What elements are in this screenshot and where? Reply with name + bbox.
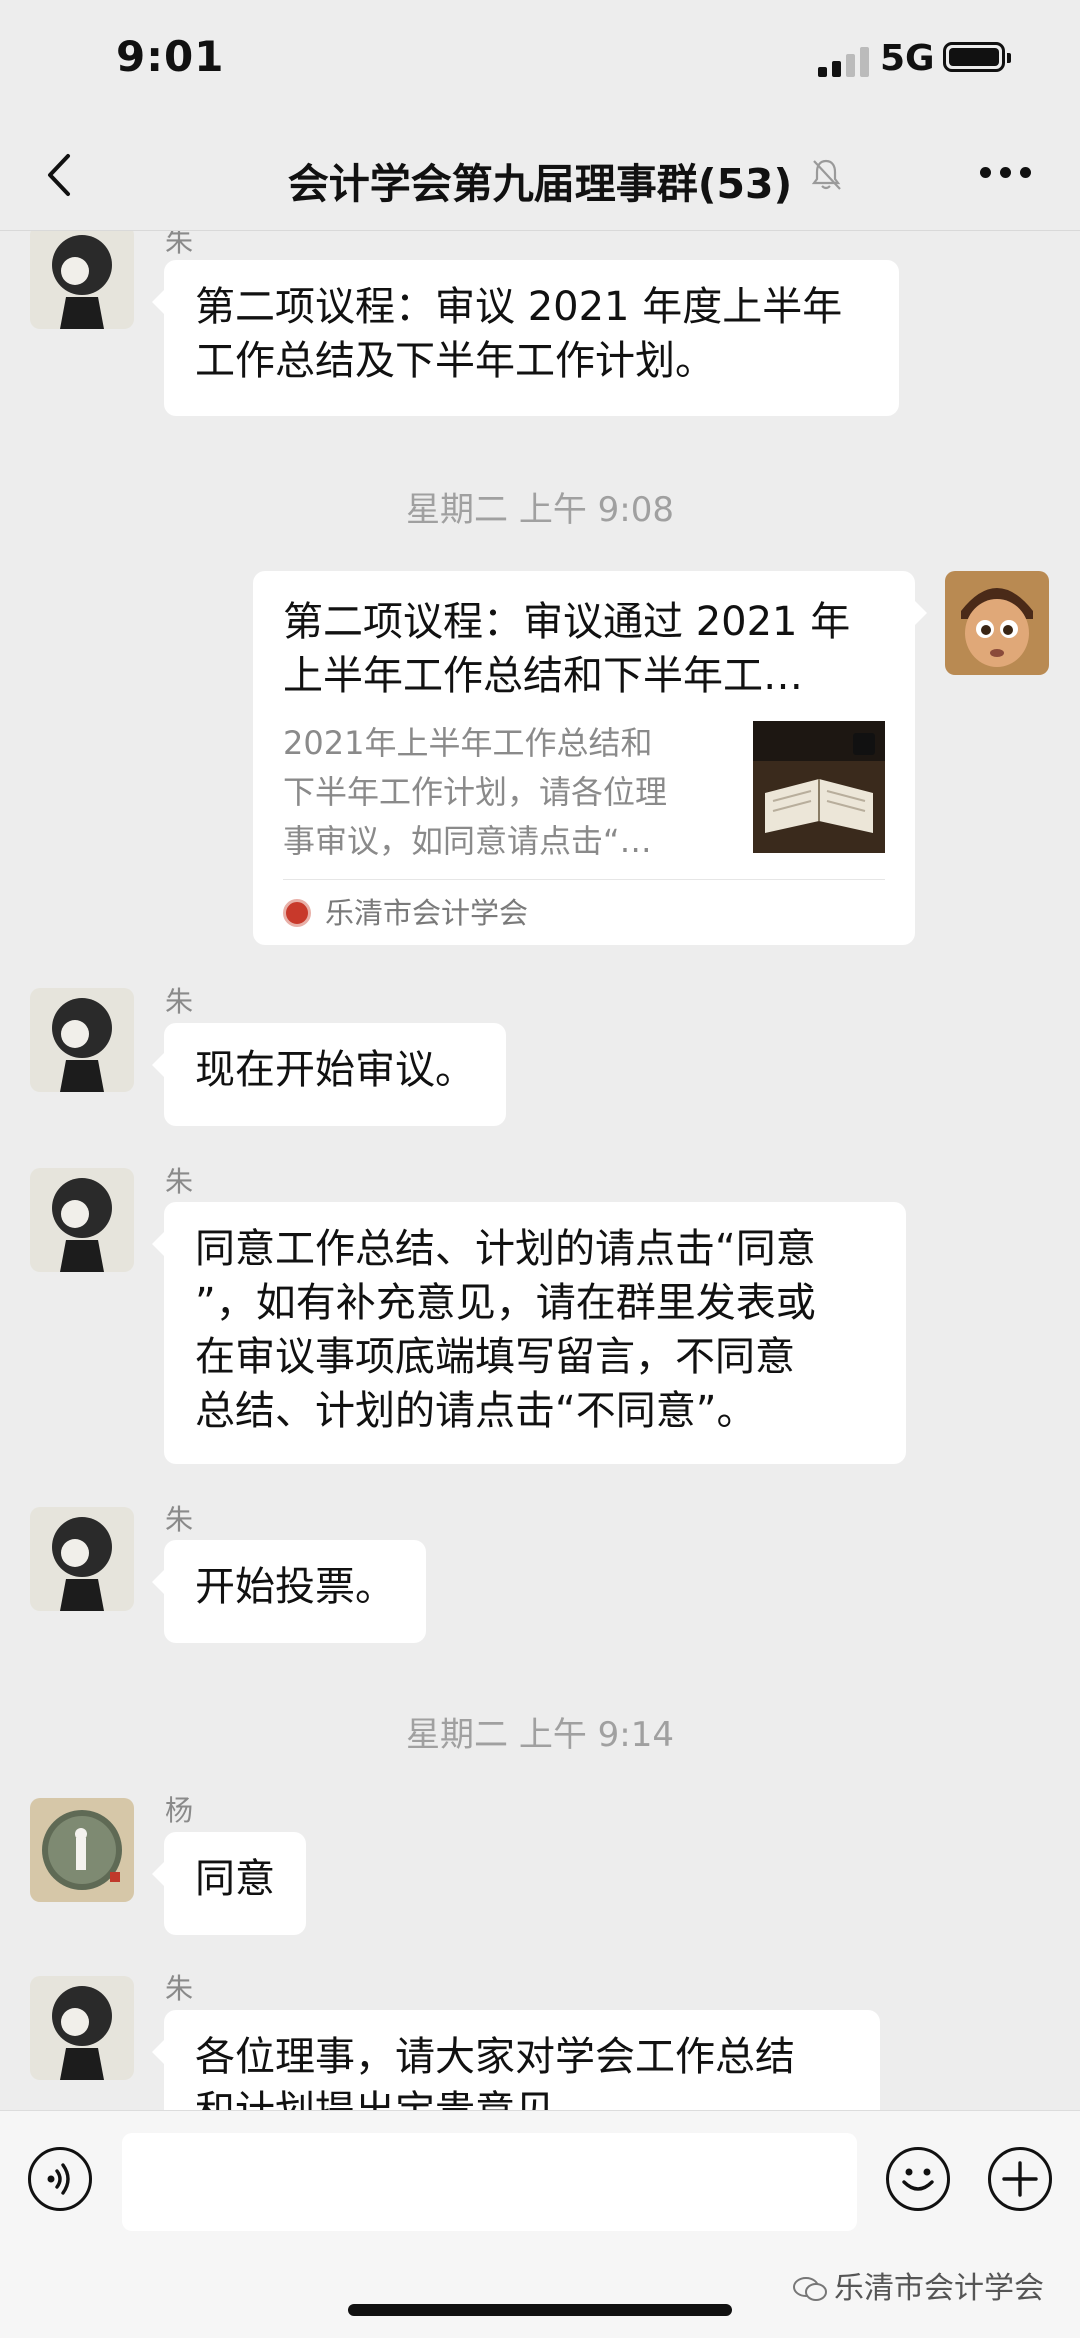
article-description: 2021年上半年工作总结和 下半年工作计划，请各位理 事审议，如同意请点击“… (283, 724, 668, 860)
battery-icon (943, 42, 1011, 72)
watermark-text: 乐清市会计学会 (834, 2271, 1044, 2306)
more-options-button[interactable] (980, 164, 1034, 180)
my-avatar[interactable] (945, 571, 1049, 675)
message-list[interactable]: 朱珠双 第二项议程：审议 2021 年度上半年 工作总结及下半年工作计划。 星期… (0, 230, 1080, 2110)
avatar[interactable] (30, 1798, 134, 1902)
avatar[interactable] (30, 1976, 134, 2080)
message-bubble[interactable]: 开始投票。 (152, 1540, 426, 1643)
timestamp: 星期二 上午 9:08 (406, 490, 674, 530)
more-functions-button[interactable] (988, 2147, 1052, 2211)
voice-button[interactable] (28, 2147, 92, 2211)
article-source: 乐清市会计学会 (283, 889, 528, 937)
article-title: 第二项议程：审议通过 2021 年 上半年工作总结和下半年工… (283, 599, 851, 699)
chat-title: 会计学会第九届理事群(53) (287, 160, 793, 208)
message-bubble[interactable]: 现在开始审议。 (152, 1023, 506, 1126)
avatar[interactable] (30, 230, 134, 329)
home-indicator (348, 2304, 732, 2316)
avatar-image (30, 1976, 134, 2080)
message-bubble[interactable]: 各位理事，请大家对学会工作总结 和计划提出宝贵意见 (152, 2010, 880, 2110)
network-type: 5G (880, 38, 935, 79)
timestamp: 星期二 上午 9:14 (406, 1715, 674, 1755)
avatar[interactable] (30, 1507, 134, 1611)
avatar-image (30, 988, 134, 1092)
avatar-image (30, 1168, 134, 1272)
emoji-button[interactable] (886, 2147, 950, 2211)
avatar[interactable] (30, 988, 134, 1092)
message-bubble[interactable]: 同意 (152, 1832, 306, 1935)
avatar-image (30, 230, 134, 329)
message-input[interactable] (122, 2133, 857, 2231)
chat-header: 会计学会第九届理事群(53) (0, 120, 1080, 231)
avatar-image (30, 1507, 134, 1611)
article-thumbnail (753, 721, 885, 853)
avatar-image (30, 1798, 134, 1902)
emoji-icon (902, 2168, 934, 2191)
message-bubble[interactable]: 第二项议程：审议 2021 年度上半年 工作总结及下半年工作计划。 (152, 260, 899, 416)
plus-icon (1002, 2161, 1038, 2197)
article-card[interactable]: 第二项议程：审议通过 2021 年 上半年工作总结和下半年工… 2021年上半年… (253, 571, 927, 945)
article-source-name: 乐清市会计学会 (325, 896, 529, 930)
watermark: 乐清市会计学会 (792, 2263, 1044, 2307)
status-time: 9:01 (116, 32, 225, 81)
wechat-logo-icon (793, 2277, 827, 2301)
divider (283, 879, 885, 880)
avatar-image (945, 571, 1049, 675)
signal-icon (818, 45, 870, 77)
voice-icon (47, 2163, 70, 2195)
status-bar: 9:01 5G (0, 0, 1080, 120)
mute-bell-icon (811, 159, 841, 190)
avatar[interactable] (30, 1168, 134, 1272)
message-bubble[interactable]: 同意工作总结、计划的请点击“同意 ”，如有补充意见，请在群里发表或 在审议事项底… (152, 1202, 906, 1464)
source-logo-icon (283, 899, 311, 927)
